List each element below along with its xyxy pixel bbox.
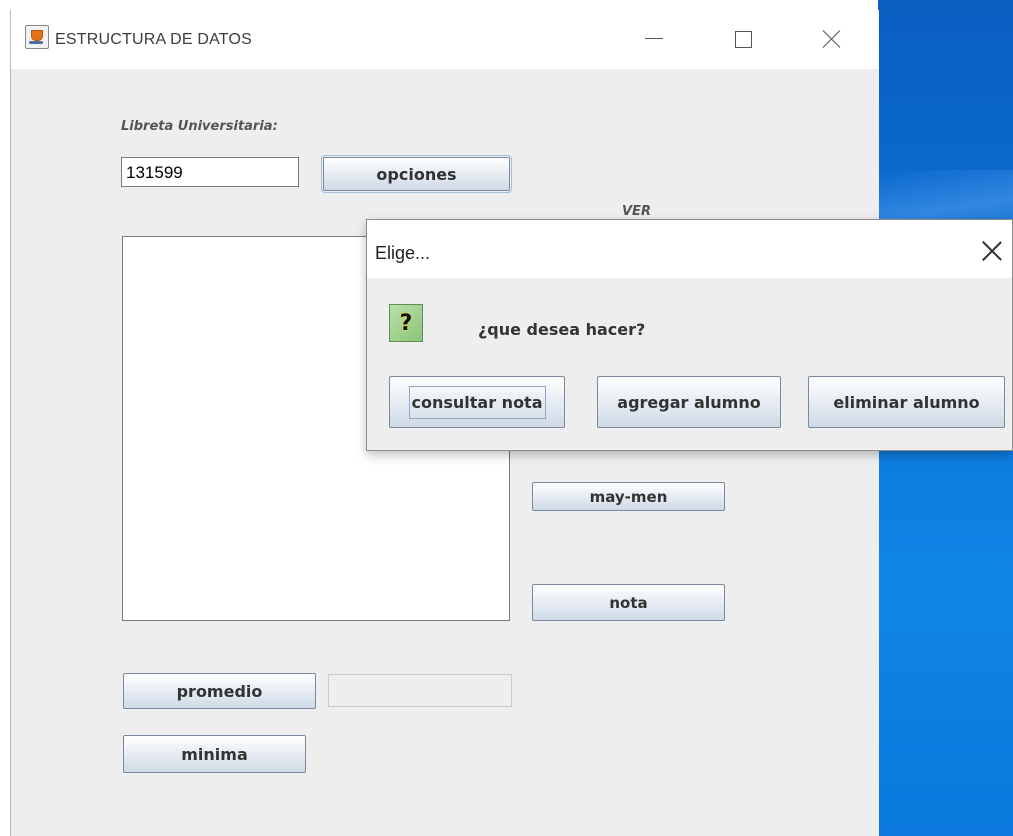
- libreta-label: Libreta Universitaria:: [121, 119, 278, 134]
- question-glyph: ?: [399, 310, 413, 336]
- eliminar-alumno-button[interactable]: eliminar alumno: [808, 376, 1005, 428]
- dialog-title-bar: Elige...: [367, 220, 1012, 278]
- agregar-alumno-button[interactable]: agregar alumno: [597, 376, 781, 428]
- minimize-icon[interactable]: [639, 26, 669, 52]
- minima-button[interactable]: minima: [123, 735, 306, 773]
- options-dialog: Elige... ? ¿que desea hacer? consultar n…: [366, 219, 1013, 451]
- consultar-nota-button[interactable]: consultar nota: [389, 376, 565, 428]
- dialog-message: ¿que desea hacer?: [478, 320, 646, 339]
- promedio-button[interactable]: promedio: [123, 673, 316, 709]
- title-bar: ESTRUCTURA DE DATOS: [11, 10, 879, 69]
- nota-button[interactable]: nota: [532, 584, 725, 621]
- java-icon: [25, 25, 49, 49]
- maximize-icon[interactable]: [729, 26, 759, 52]
- libreta-input[interactable]: 131599: [121, 157, 299, 187]
- close-icon[interactable]: [817, 26, 847, 52]
- window-title: ESTRUCTURA DE DATOS: [55, 31, 253, 48]
- background-edge: [0, 0, 10, 836]
- may-men-button[interactable]: may-men: [532, 482, 725, 511]
- opciones-button[interactable]: opciones: [321, 155, 512, 193]
- promedio-output: [328, 674, 512, 707]
- dialog-title: Elige...: [375, 243, 431, 263]
- dialog-close-icon[interactable]: [979, 238, 1005, 264]
- ver-label: VER: [622, 204, 651, 219]
- consultar-nota-label: consultar nota: [408, 385, 546, 419]
- question-icon: ?: [389, 304, 423, 342]
